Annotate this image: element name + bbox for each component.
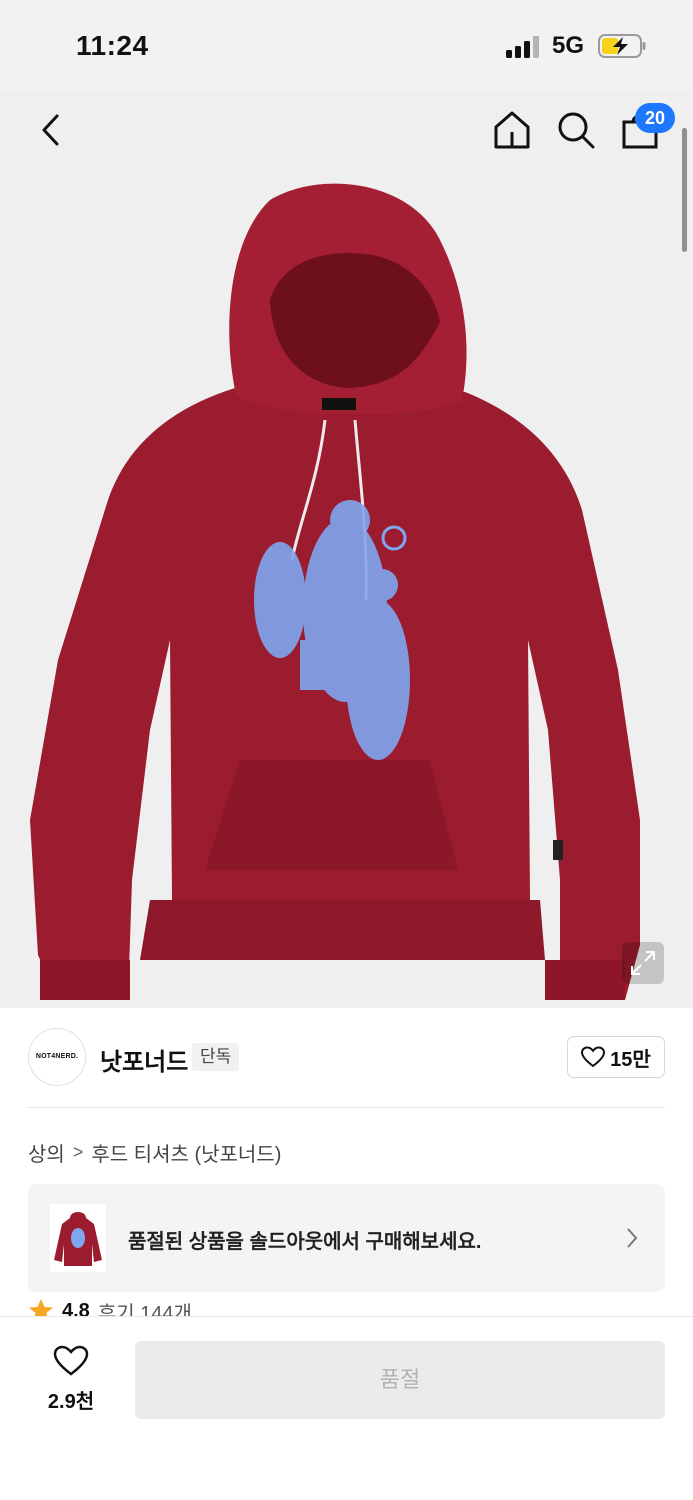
hoodie-illustration [30, 183, 640, 1000]
breadcrumb-subcategory[interactable]: 후드 티셔츠 (낫포너드) [91, 1138, 281, 1167]
brand-like-count: 15만 [610, 1048, 651, 1071]
expand-icon [631, 951, 655, 975]
scrollbar[interactable] [682, 128, 687, 252]
breadcrumb: 상의 > 후드 티셔츠 (낫포너드) [28, 1138, 281, 1167]
soldout-promo-banner[interactable]: 품절된 상품을 솔드아웃에서 구매해보세요. [28, 1184, 665, 1292]
search-icon[interactable] [556, 110, 596, 150]
product-thumbnail [50, 1204, 106, 1272]
status-bar: 11:24 5G [0, 0, 693, 90]
brand-row: NOT4NERD. 낫포너드 단독 15만 [28, 1028, 665, 1088]
expand-image-button[interactable] [622, 942, 664, 984]
product-image[interactable] [0, 90, 693, 1008]
brand-logo[interactable]: NOT4NERD. [28, 1028, 86, 1086]
home-icon[interactable] [492, 110, 532, 150]
divider [28, 1107, 665, 1108]
battery-charging-icon [598, 34, 646, 58]
heart-icon [581, 1046, 606, 1068]
bottom-action-bar: 2.9천 품절 [0, 1316, 693, 1500]
cellular-signal-icon [506, 36, 539, 58]
wishlist-count: 2.9천 [47, 1391, 95, 1413]
breadcrumb-category[interactable]: 상의 [28, 1138, 65, 1167]
cart-count-badge: 20 [635, 103, 675, 133]
brand-like-button[interactable]: 15만 [567, 1036, 665, 1078]
back-arrow-icon[interactable] [34, 108, 68, 152]
chevron-right-icon [627, 1228, 638, 1248]
brand-name[interactable]: 낫포너드 [100, 1042, 188, 1077]
soldout-promo-text: 품절된 상품을 솔드아웃에서 구매해보세요. [128, 1231, 482, 1253]
soldout-purchase-button[interactable]: 품절 [135, 1341, 665, 1419]
network-type: 5G [552, 32, 585, 59]
exclusive-badge: 단독 [192, 1043, 240, 1071]
chevron-right-icon: > [72, 1142, 84, 1162]
wishlist-button[interactable]: 2.9천 [36, 1345, 106, 1414]
heart-icon [53, 1345, 89, 1376]
status-time: 11:24 [76, 30, 149, 61]
